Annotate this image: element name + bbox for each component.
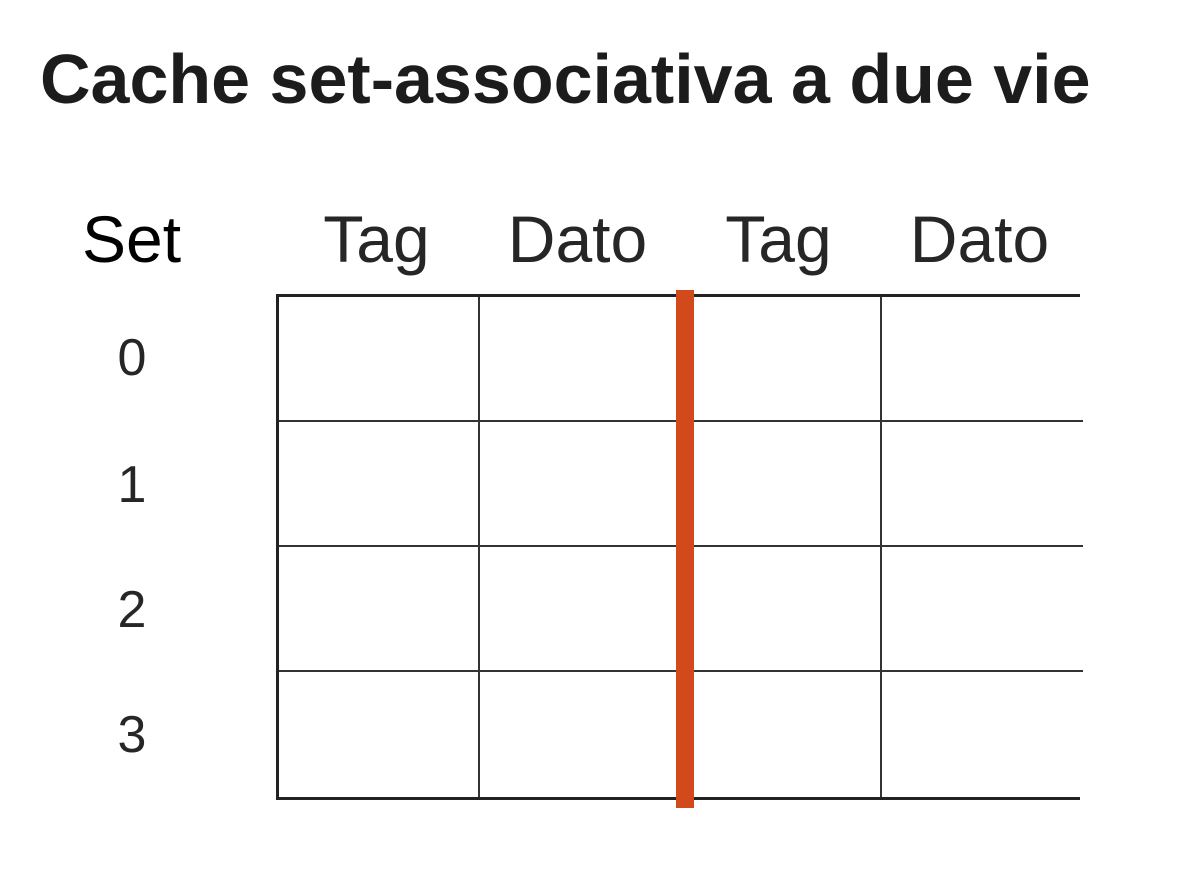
set-index-1: 1 bbox=[117, 456, 147, 514]
cell-set3-tag0 bbox=[279, 672, 480, 797]
cell-set1-tag0 bbox=[279, 422, 480, 547]
cell-set3-tag1 bbox=[681, 672, 882, 797]
cell-set2-dato0 bbox=[480, 547, 681, 672]
set-index-3: 3 bbox=[117, 706, 147, 764]
col-header-way0-tag: Tag bbox=[323, 202, 430, 276]
cell-set1-dato0 bbox=[480, 422, 681, 547]
col-header-way1-tag: Tag bbox=[725, 202, 832, 276]
way-divider bbox=[676, 290, 694, 808]
cell-set2-dato1 bbox=[882, 547, 1083, 672]
col-header-way1-dato: Dato bbox=[909, 202, 1050, 276]
cell-set2-tag0 bbox=[279, 547, 480, 672]
cell-set2-tag1 bbox=[681, 547, 882, 672]
cell-set0-tag0 bbox=[279, 297, 480, 422]
cell-set1-dato1 bbox=[882, 422, 1083, 547]
cell-set0-tag1 bbox=[681, 297, 882, 422]
cell-set0-dato1 bbox=[882, 297, 1083, 422]
cell-set3-dato1 bbox=[882, 672, 1083, 797]
diagram-title: Cache set-associativa a due vie bbox=[40, 40, 1091, 118]
cell-set3-dato0 bbox=[480, 672, 681, 797]
cell-set0-dato0 bbox=[480, 297, 681, 422]
set-column-header: Set bbox=[82, 202, 182, 276]
cell-set1-tag1 bbox=[681, 422, 882, 547]
set-index-2: 2 bbox=[117, 581, 147, 639]
set-index-0: 0 bbox=[117, 329, 147, 387]
col-header-way0-dato: Dato bbox=[507, 202, 648, 276]
